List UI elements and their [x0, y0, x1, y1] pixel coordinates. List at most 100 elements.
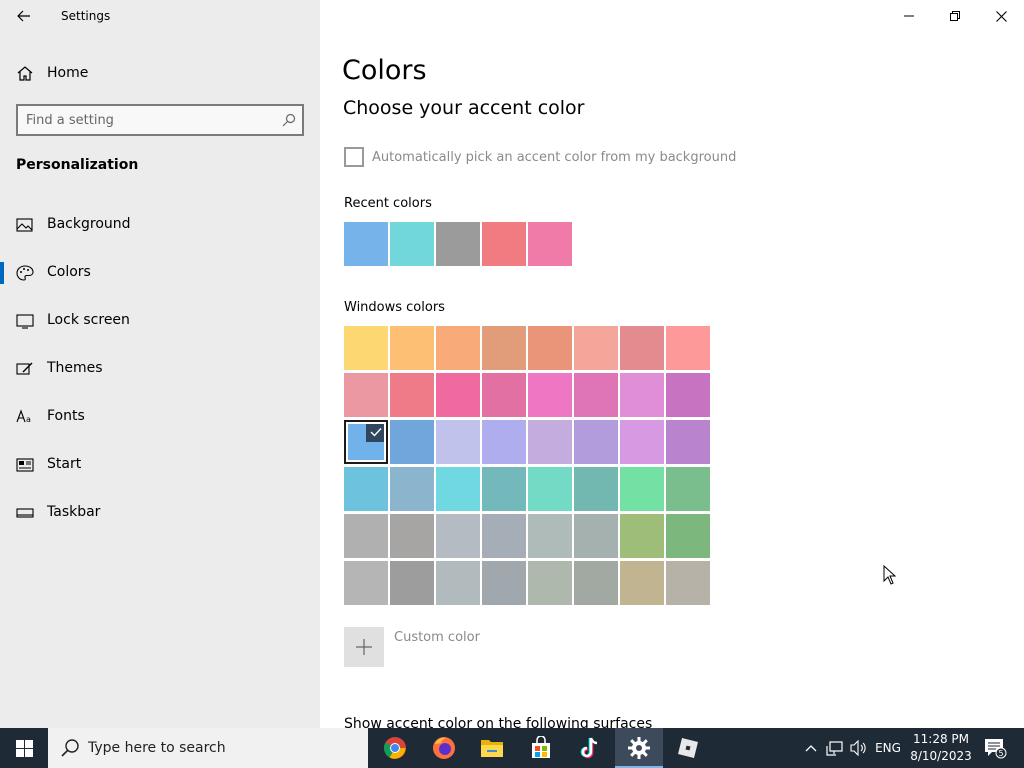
palette-icon — [16, 265, 34, 281]
nav-home[interactable]: Home — [0, 58, 320, 88]
chrome-icon[interactable] — [371, 728, 419, 768]
windows-color-swatch[interactable] — [666, 514, 710, 558]
recent-color-swatch[interactable] — [528, 222, 572, 266]
page-title: Colors — [342, 55, 427, 86]
windows-color-swatch[interactable] — [390, 561, 434, 605]
windows-color-swatch[interactable] — [528, 514, 572, 558]
start-button[interactable] — [0, 728, 48, 768]
windows-color-swatch[interactable] — [528, 420, 572, 464]
minimize-button[interactable] — [886, 0, 932, 32]
brush-icon — [16, 361, 34, 377]
lock-screen-icon — [16, 313, 34, 329]
page-subtitle: Choose your accent color — [343, 97, 585, 119]
sidebar-item-colors[interactable]: Colors — [0, 254, 320, 302]
language-indicator[interactable]: ENG — [872, 728, 904, 768]
find-setting-search[interactable] — [16, 104, 304, 136]
close-button[interactable] — [978, 0, 1024, 32]
section-heading: Personalization — [16, 157, 139, 173]
checkbox-box[interactable] — [344, 147, 364, 167]
windows-color-swatch[interactable] — [666, 561, 710, 605]
windows-color-swatch[interactable] — [528, 561, 572, 605]
windows-color-swatch[interactable] — [436, 420, 480, 464]
windows-color-swatch[interactable] — [344, 467, 388, 511]
auto-accent-checkbox[interactable]: Automatically pick an accent color from … — [344, 147, 736, 167]
windows-color-swatch[interactable] — [344, 373, 388, 417]
custom-color-button[interactable]: Custom color — [344, 627, 480, 667]
settings-icon[interactable] — [615, 728, 663, 768]
windows-color-swatch[interactable] — [620, 467, 664, 511]
recent-color-swatch[interactable] — [436, 222, 480, 266]
volume-icon[interactable] — [848, 728, 870, 768]
sidebar-item-fonts[interactable]: a Fonts — [0, 398, 320, 446]
windows-color-swatch[interactable] — [344, 326, 388, 370]
windows-color-swatch[interactable] — [666, 326, 710, 370]
windows-color-swatch[interactable] — [528, 326, 572, 370]
file-explorer-icon[interactable] — [468, 728, 516, 768]
store-icon[interactable] — [517, 728, 565, 768]
windows-color-swatch[interactable] — [620, 420, 664, 464]
windows-color-swatch[interactable] — [666, 467, 710, 511]
sidebar-item-background[interactable]: Background — [0, 206, 320, 254]
windows-color-swatch-selected[interactable] — [344, 420, 388, 464]
sidebar-item-lock-screen[interactable]: Lock screen — [0, 302, 320, 350]
windows-color-swatch[interactable] — [620, 326, 664, 370]
windows-color-swatch[interactable] — [344, 514, 388, 558]
taskbar: Type here to search ENG 11:28 PM 8/10/20… — [0, 728, 1024, 768]
windows-color-swatch[interactable] — [620, 373, 664, 417]
windows-color-swatch[interactable] — [436, 514, 480, 558]
windows-color-swatch[interactable] — [344, 561, 388, 605]
windows-color-swatch[interactable] — [574, 420, 618, 464]
windows-color-swatch[interactable] — [574, 467, 618, 511]
windows-color-swatch[interactable] — [390, 373, 434, 417]
back-button[interactable] — [10, 4, 38, 28]
recent-color-swatch[interactable] — [390, 222, 434, 266]
windows-color-swatch[interactable] — [436, 373, 480, 417]
windows-color-swatch[interactable] — [436, 467, 480, 511]
windows-color-swatch[interactable] — [574, 561, 618, 605]
windows-color-swatch[interactable] — [482, 326, 526, 370]
restore-button[interactable] — [932, 0, 978, 32]
windows-color-swatch[interactable] — [574, 514, 618, 558]
windows-color-swatch[interactable] — [574, 373, 618, 417]
windows-color-swatch[interactable] — [390, 514, 434, 558]
windows-color-swatch[interactable] — [436, 326, 480, 370]
windows-color-swatch[interactable] — [482, 420, 526, 464]
recent-color-swatch[interactable] — [482, 222, 526, 266]
checkmark-icon — [366, 422, 386, 442]
clock-date: 8/10/2023 — [910, 749, 972, 763]
roblox-icon[interactable] — [664, 728, 712, 768]
sidebar-item-label: Taskbar — [47, 504, 101, 520]
tiktok-icon[interactable] — [566, 728, 614, 768]
windows-color-swatch[interactable] — [482, 514, 526, 558]
windows-color-swatch[interactable] — [620, 514, 664, 558]
windows-color-swatch[interactable] — [528, 467, 572, 511]
network-icon[interactable] — [824, 728, 846, 768]
image-icon — [16, 217, 34, 233]
sidebar-item-start[interactable]: Start — [0, 446, 320, 494]
windows-color-swatch[interactable] — [620, 561, 664, 605]
windows-color-swatch[interactable] — [390, 420, 434, 464]
action-center-button[interactable]: 5 — [980, 728, 1010, 768]
sidebar-item-themes[interactable]: Themes — [0, 350, 320, 398]
windows-color-swatch[interactable] — [482, 373, 526, 417]
windows-color-swatch[interactable] — [390, 467, 434, 511]
windows-color-swatch[interactable] — [528, 373, 572, 417]
windows-color-swatch[interactable] — [482, 467, 526, 511]
windows-color-swatch[interactable] — [574, 326, 618, 370]
nav-list: Background Colors Lock screen Themes a F… — [0, 206, 320, 542]
recent-color-swatch[interactable] — [344, 222, 388, 266]
windows-color-swatch[interactable] — [666, 373, 710, 417]
search-input[interactable] — [26, 111, 276, 129]
taskbar-search-box[interactable]: Type here to search — [48, 728, 368, 768]
search-icon — [282, 112, 296, 131]
windows-color-swatch[interactable] — [666, 420, 710, 464]
close-icon — [995, 10, 1007, 22]
taskbar-clock[interactable]: 11:28 PM 8/10/2023 — [906, 731, 976, 765]
windows-color-swatch[interactable] — [390, 326, 434, 370]
firefox-icon[interactable] — [420, 728, 468, 768]
windows-colors-label: Windows colors — [344, 300, 445, 315]
show-hidden-icons-button[interactable] — [800, 728, 822, 768]
sidebar-item-taskbar[interactable]: Taskbar — [0, 494, 320, 542]
windows-color-swatch[interactable] — [436, 561, 480, 605]
windows-color-swatch[interactable] — [482, 561, 526, 605]
